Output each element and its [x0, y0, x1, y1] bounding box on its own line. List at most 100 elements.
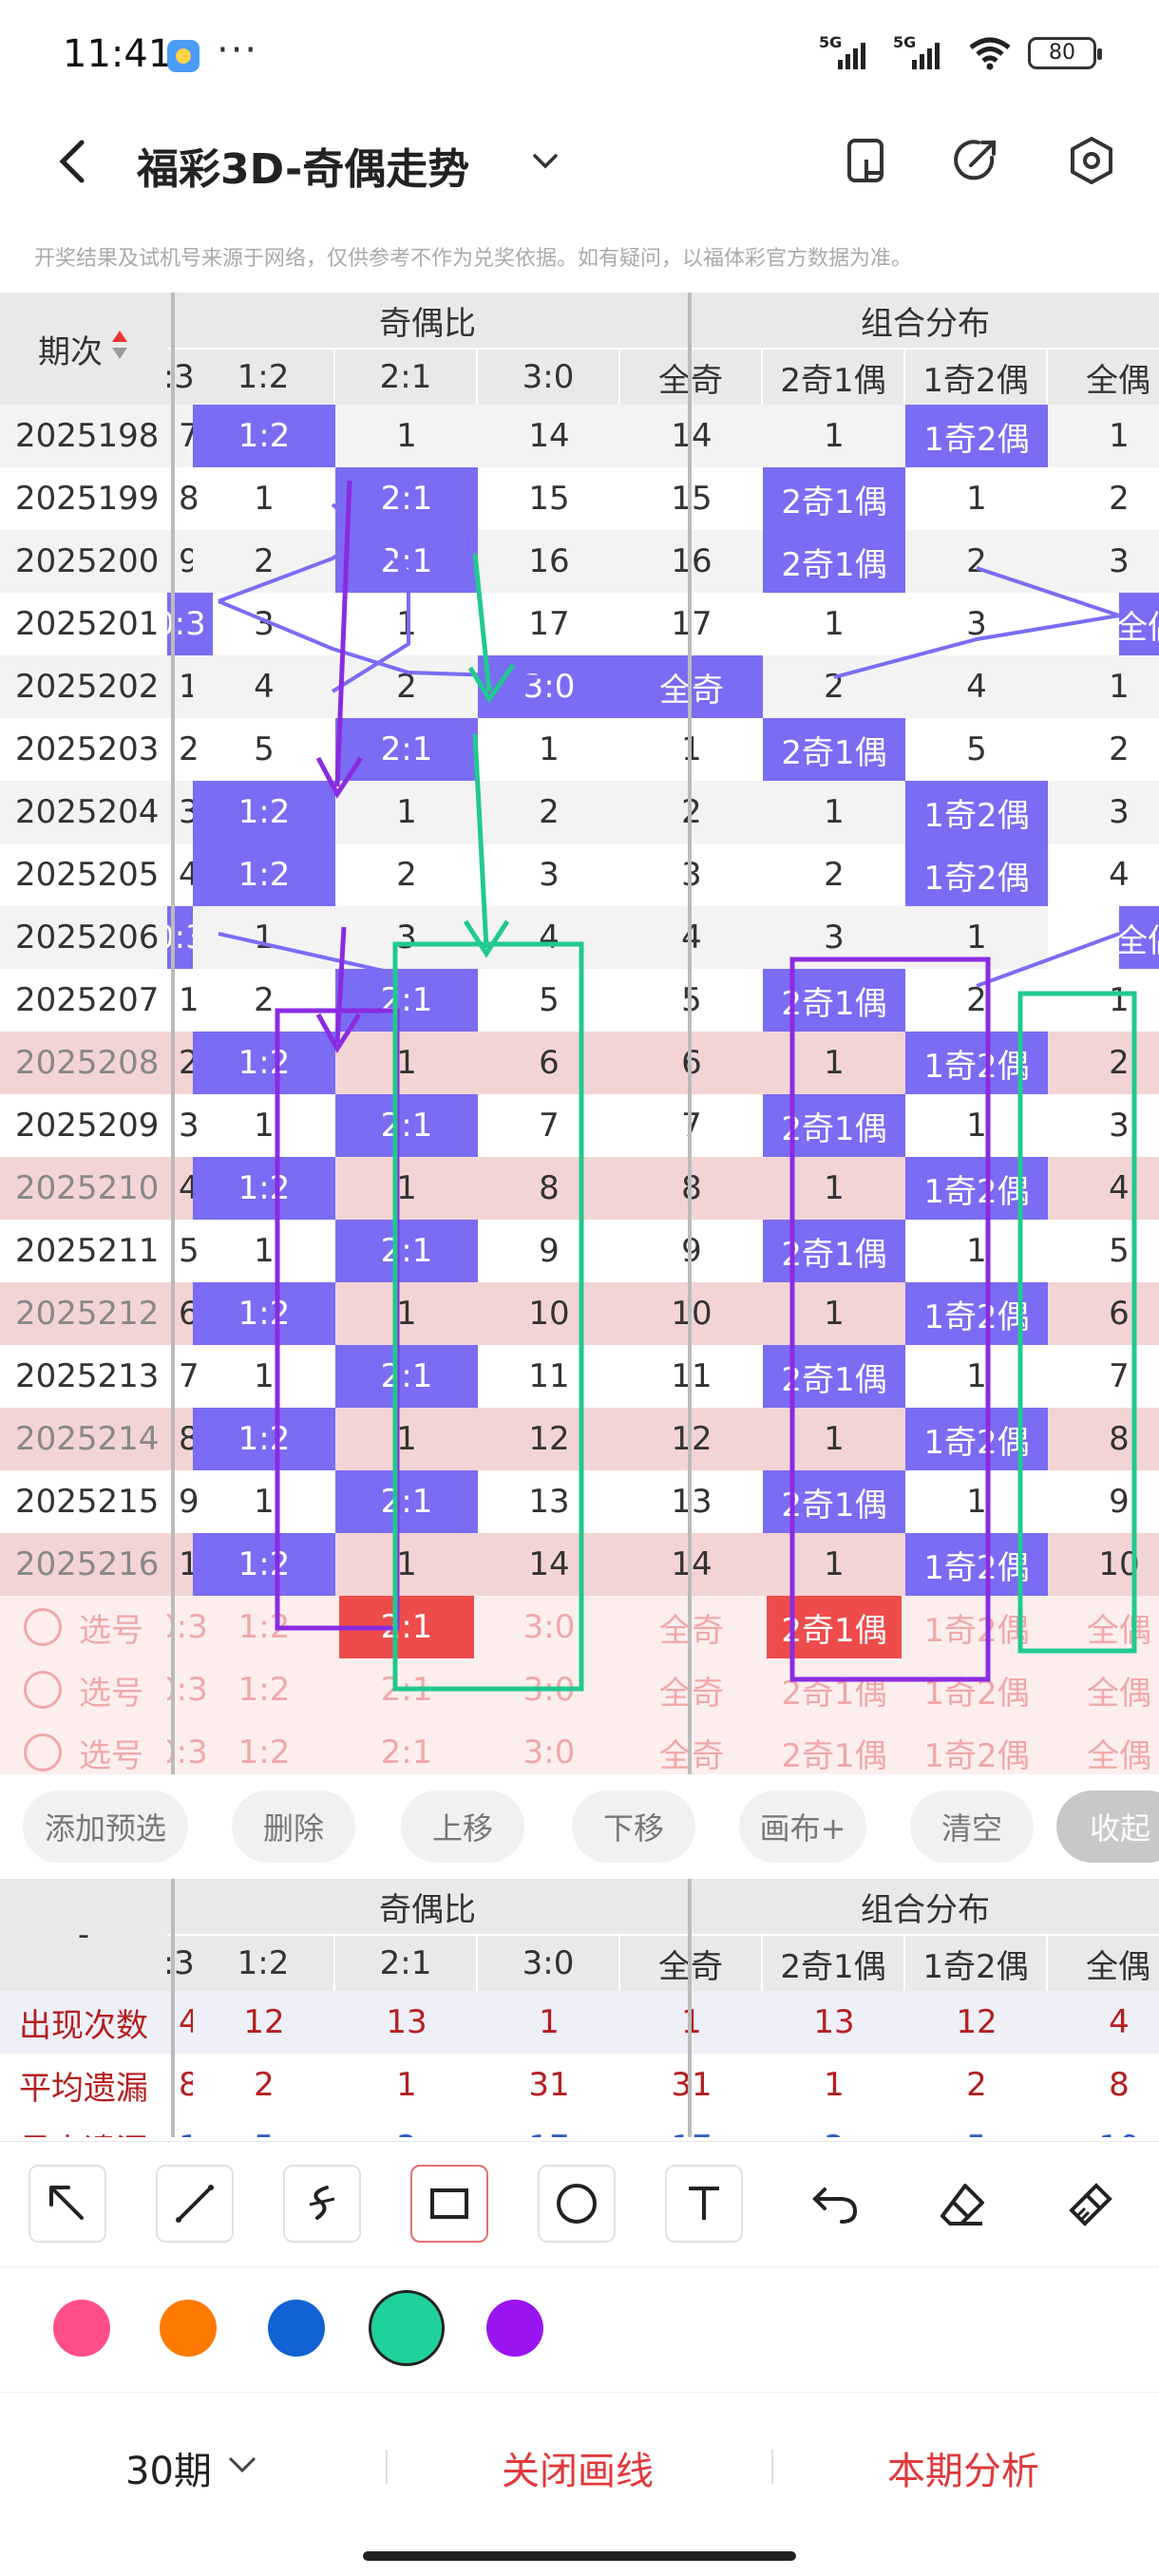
select-option[interactable]: 1奇2偶 [905, 1721, 1048, 1775]
select-option[interactable]: 全奇 [620, 1721, 763, 1775]
period-cell: 2025199 [15, 480, 160, 518]
stats-column-header: 2奇1偶 [763, 1936, 903, 1991]
trend-cell: 1 [966, 1357, 987, 1395]
radio-circle-icon[interactable] [24, 1671, 62, 1709]
radio-circle-icon[interactable] [24, 1608, 62, 1646]
trend-cell: 1 [254, 1232, 275, 1270]
period-cell: 2025203 [15, 730, 160, 768]
trend-cell: 1 [539, 730, 560, 768]
current-period-analysis-button[interactable]: 本期分析 [887, 2440, 1039, 2495]
eraser-icon[interactable] [937, 2180, 988, 2231]
circle-tool[interactable] [538, 2165, 616, 2243]
close-lines-button[interactable]: 关闭画线 [502, 2440, 654, 2495]
trend-cell: 2 [1048, 1032, 1159, 1094]
settings-icon[interactable] [1066, 135, 1117, 186]
highlighted-cell: 2:1 [335, 1345, 478, 1408]
clear-all-brush-icon[interactable] [1064, 2180, 1115, 2231]
bottom-bar: 30期 关闭画线 本期分析 [0, 2392, 1159, 2534]
canvas-add-button[interactable]: 画布+ [739, 1790, 866, 1863]
trend-cell: 3 [620, 843, 763, 906]
column-header: 1:2 [193, 350, 333, 405]
radio-circle-icon[interactable] [24, 1733, 62, 1771]
trend-cell: 1 [763, 1157, 905, 1220]
select-option[interactable]: 1:2 [193, 1658, 335, 1721]
stats-group-header: 奇偶比 [167, 1879, 688, 1934]
period-cell: 2025211 [15, 1232, 160, 1270]
move-down-button[interactable]: 下移 [572, 1790, 695, 1863]
freehand-tool[interactable] [283, 2165, 361, 2243]
period-cell: 2025209 [15, 1107, 160, 1145]
collapse-button[interactable]: 收起 [1056, 1790, 1159, 1863]
trend-cell: 6 [478, 1032, 620, 1094]
undo-icon[interactable] [809, 2182, 861, 2229]
period-cell: 2025216 [0, 1533, 167, 1596]
select-row-label[interactable]: 选号 [0, 1658, 167, 1721]
select-option[interactable]: 全奇 [620, 1658, 763, 1721]
select-row-label[interactable]: 选号 [0, 1721, 167, 1774]
highlighted-cell: 全奇 [620, 655, 763, 718]
trend-cell: 12 [620, 1408, 763, 1470]
select-option[interactable]: 1:2 [193, 1721, 335, 1774]
orange-color-swatch[interactable] [160, 2300, 217, 2357]
select-option[interactable]: 3:0 [478, 1658, 620, 1721]
select-option[interactable]: 全偶 [1048, 1658, 1159, 1721]
trend-cell: 16 [620, 530, 763, 593]
highlighted-cell: 1:2 [193, 1032, 335, 1094]
add-preselect-button[interactable]: 添加预选 [23, 1790, 188, 1863]
select-option[interactable]: 1奇2偶 [905, 1596, 1048, 1658]
line-tool[interactable] [156, 2165, 234, 2243]
stats-value: 3 [335, 2116, 478, 2137]
screen: { "status_bar": {"time": "11:41", "dots"… [0, 0, 1159, 2576]
purple-color-swatch[interactable] [486, 2300, 543, 2357]
select-option[interactable]: 全奇 [620, 1596, 763, 1658]
highlighted-cell: 3:0 [478, 655, 620, 718]
trend-table[interactable]: 期次奇偶比组合分布0:31:22:13:0全奇2奇1偶1奇2偶全偶2025198… [0, 293, 1159, 1774]
layout-switch-icon[interactable] [840, 135, 891, 186]
pink-color-swatch[interactable] [53, 2300, 110, 2357]
select-option[interactable]: 2:1 [335, 1658, 478, 1721]
page-title[interactable]: 福彩3D-奇偶走势 [137, 135, 469, 196]
period-selector[interactable]: 30期 [125, 2440, 212, 2495]
trend-cell: 1 [254, 1357, 275, 1395]
arrow-tool[interactable] [28, 2165, 106, 2243]
move-up-button[interactable]: 上移 [401, 1790, 524, 1863]
column-divider [171, 1879, 175, 2137]
share-icon[interactable] [950, 135, 1001, 186]
rectangle-tool[interactable] [410, 2165, 488, 2243]
chevron-down-icon[interactable] [528, 144, 562, 179]
select-option[interactable]: 1:2 [193, 1596, 335, 1658]
column-header: 全偶 [1048, 350, 1159, 405]
select-option[interactable]: 2奇1偶 [763, 1658, 905, 1721]
period-header[interactable]: 期次 [0, 293, 167, 405]
select-option[interactable]: 3:0 [478, 1596, 620, 1658]
stats-value: 13 [763, 1991, 905, 2054]
highlighted-cell: 2:1 [335, 1470, 478, 1533]
select-option[interactable]: 1奇2偶 [905, 1658, 1048, 1721]
selected-option[interactable]: 2奇1偶 [767, 1596, 902, 1658]
select-option[interactable]: 全偶 [1048, 1721, 1159, 1775]
blue-color-swatch[interactable] [268, 2300, 325, 2357]
select-option[interactable]: 2:1 [335, 1721, 478, 1774]
select-option[interactable]: 3:0 [478, 1721, 620, 1774]
back-arrow-icon[interactable] [53, 135, 91, 188]
select-option[interactable]: 全偶 [1048, 1596, 1159, 1658]
select-row-label[interactable]: 选号 [0, 1596, 167, 1658]
select-option[interactable]: 2奇1偶 [763, 1721, 905, 1775]
trend-cell: 7 [620, 1094, 763, 1157]
column-divider [171, 293, 175, 1774]
delete-button[interactable]: 删除 [232, 1790, 355, 1863]
column-header: 1奇2偶 [905, 350, 1046, 405]
disclaimer-text: 开奖结果及试机号来源于网络，仅供参考不作为兑奖依据。如有疑问，以福体彩官方数据为… [34, 247, 913, 271]
sort-icon[interactable] [110, 329, 129, 369]
clear-button[interactable]: 清空 [910, 1790, 1034, 1863]
stats-value: 1 [763, 2054, 905, 2116]
chevron-down-icon[interactable] [226, 2453, 258, 2476]
selected-option[interactable]: 2:1 [339, 1596, 474, 1658]
highlighted-cell: 2奇1偶 [763, 530, 905, 593]
green-color-swatch[interactable] [369, 2290, 445, 2366]
highlighted-cell: 2奇1偶 [763, 467, 905, 530]
text-tool[interactable] [665, 2165, 743, 2243]
stats-value: 4 [1048, 1991, 1159, 2054]
trend-cell: 3 [539, 856, 560, 894]
arrow-icon [49, 2186, 84, 2220]
